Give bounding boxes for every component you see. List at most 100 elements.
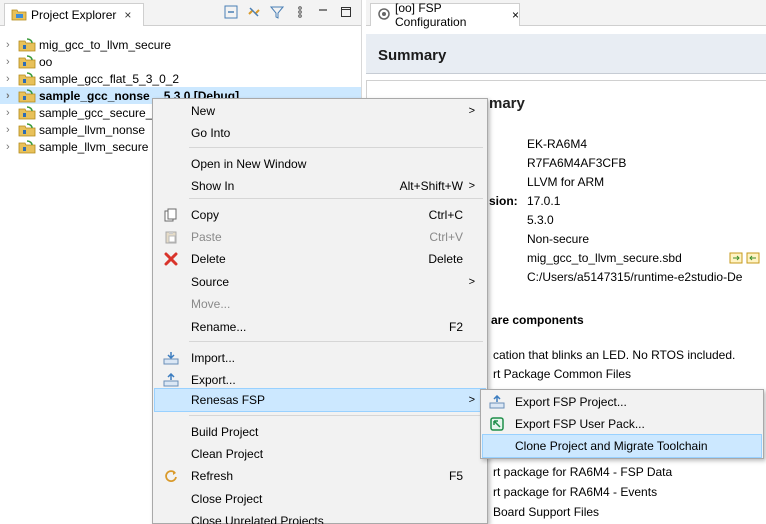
- submenu-item-export-fsp-project[interactable]: Export FSP Project...: [483, 391, 761, 413]
- chevron-right-icon[interactable]: ›: [6, 124, 18, 136]
- renesas-fsp-submenu: Export FSP Project... Export FSP User Pac…: [480, 389, 764, 459]
- component-line: Board Support Files: [493, 505, 600, 519]
- chevron-right-icon[interactable]: ›: [6, 56, 18, 68]
- menu-item-label: Export...: [191, 373, 236, 387]
- project-name: sample_llvm_secure: [39, 139, 149, 154]
- project-explorer-icon: [11, 7, 27, 24]
- link-with-editor-icon[interactable]: [247, 5, 261, 19]
- menu-item-label: Rename...: [191, 320, 247, 334]
- fsp-version-value: 5.3.0: [527, 213, 554, 227]
- delete-icon: [163, 251, 179, 267]
- tab-project-explorer[interactable]: Project Explorer ×: [4, 3, 144, 26]
- menu-item-close-project[interactable]: Close Project: [155, 488, 485, 510]
- menu-item-move[interactable]: Move...: [155, 293, 485, 315]
- project-name: sample_gcc_secure_: [39, 105, 153, 120]
- device-value: R7FA6M4AF3CFB: [527, 156, 627, 170]
- project-icon: [18, 71, 36, 86]
- board-value: EK-RA6M4: [527, 137, 588, 151]
- import-icon: [163, 350, 179, 366]
- menu-item-open-in-new-window[interactable]: Open in New Window: [155, 153, 485, 175]
- menu-separator: [189, 415, 483, 416]
- project-type-value: Non-secure: [527, 232, 590, 246]
- minimize-icon[interactable]: [316, 5, 330, 19]
- project-icon: [18, 37, 36, 52]
- menu-item-label: Paste: [191, 230, 222, 244]
- view-menu-icon[interactable]: [293, 5, 307, 19]
- filter-icon[interactable]: [270, 5, 284, 19]
- component-line: rt package for RA6M4 - Events: [493, 485, 658, 499]
- tree-item-project[interactable]: › oo: [0, 53, 361, 70]
- user-pack-icon: [489, 416, 505, 432]
- menu-item-export[interactable]: Export...: [155, 369, 485, 391]
- menu-item-shortcut: F2: [448, 320, 463, 334]
- tab-fsp-configuration[interactable]: [oo] FSP Configuration ×: [370, 1, 520, 29]
- menu-item-label: Close Unrelated Projects: [191, 514, 324, 524]
- location-value: C:/Users/a5147315/runtime-e2studio-De: [527, 270, 743, 284]
- menu-item-show-in[interactable]: Show In Alt+Shift+W >: [155, 175, 485, 197]
- menu-item-new[interactable]: New >: [155, 100, 485, 122]
- menu-item-close-unrelated-projects[interactable]: Close Unrelated Projects: [155, 510, 485, 524]
- close-icon[interactable]: ×: [124, 8, 131, 22]
- menu-item-label: Go Into: [191, 126, 231, 140]
- menu-item-copy[interactable]: Copy Ctrl+C: [155, 204, 485, 226]
- menu-separator: [189, 341, 483, 342]
- menu-item-label: Export FSP Project...: [515, 395, 627, 409]
- menu-separator: [189, 147, 483, 148]
- export-icon: [163, 372, 179, 388]
- submenu-item-export-fsp-user-pack[interactable]: Export FSP User Pack...: [483, 413, 761, 435]
- submenu-item-clone-project-and-migrate-toolchain[interactable]: Clone Project and Migrate Toolchain: [482, 434, 762, 458]
- project-name: sample_gcc_nonse: [39, 88, 150, 103]
- project-name: oo: [39, 54, 53, 69]
- menu-item-shortcut: Ctrl+V: [429, 230, 463, 244]
- chevron-right-icon[interactable]: ›: [6, 141, 18, 153]
- project-name: mig_gcc_to_llvm_secure: [39, 37, 172, 52]
- maximize-icon[interactable]: [339, 5, 353, 19]
- chevron-right-icon[interactable]: ›: [6, 73, 18, 85]
- tree-item-project[interactable]: › sample_gcc_flat_5_3_0_2: [0, 70, 361, 87]
- menu-item-go-into[interactable]: Go Into: [155, 122, 485, 144]
- menu-item-label: Delete: [191, 252, 226, 266]
- project-icon: [18, 88, 36, 103]
- menu-item-label: Renesas FSP: [191, 393, 266, 407]
- menu-item-clean-project[interactable]: Clean Project: [155, 443, 485, 465]
- bundle-browse-icon[interactable]: [729, 251, 763, 268]
- collapse-all-icon[interactable]: [224, 5, 238, 19]
- menu-item-delete[interactable]: Delete Delete: [155, 248, 485, 270]
- tree-item-project[interactable]: › mig_gcc_to_llvm_secure: [0, 36, 361, 53]
- project-icon: [18, 54, 36, 69]
- component-line: rt package for RA6M4 - FSP Data: [493, 465, 673, 479]
- menu-item-label: Show In: [191, 179, 235, 193]
- explorer-tab-bar: Project Explorer ×: [0, 0, 361, 26]
- description-line: cation that blinks an LED. No RTOS inclu…: [493, 348, 736, 362]
- menu-item-label: Open in New Window: [191, 157, 307, 171]
- menu-item-renesas-fsp[interactable]: Renesas FSP >: [154, 388, 486, 412]
- menu-item-label: Clone Project and Migrate Toolchain: [515, 439, 708, 453]
- menu-item-paste[interactable]: Paste Ctrl+V: [155, 226, 485, 248]
- paste-icon: [163, 229, 179, 245]
- explorer-toolbar: [224, 5, 353, 19]
- tab-label: [oo] FSP Configuration: [395, 1, 467, 29]
- menu-item-label: Close Project: [191, 492, 263, 506]
- secure-bundle-link[interactable]: mig_gcc_to_llvm_secure.sbd: [527, 251, 682, 265]
- menu-item-shortcut: Alt+Shift+W: [399, 179, 463, 193]
- menu-item-label: New: [191, 104, 216, 118]
- menu-item-label: Build Project: [191, 425, 259, 439]
- editor-tab-bar: [oo] FSP Configuration ×: [366, 0, 766, 29]
- chevron-right-icon[interactable]: ›: [6, 107, 18, 119]
- chevron-right-icon[interactable]: ›: [6, 39, 18, 51]
- submenu-arrow-icon: >: [468, 276, 475, 288]
- menu-item-rename[interactable]: Rename... F2: [155, 316, 485, 338]
- menu-item-source[interactable]: Source >: [155, 271, 485, 293]
- menu-item-shortcut: F5: [448, 469, 463, 483]
- menu-item-refresh[interactable]: Refresh F5: [155, 465, 485, 487]
- project-icon: [18, 139, 36, 154]
- project-context-menu: New > Go Into Open in New Window Show In Alt+…: [152, 98, 488, 524]
- project-icon: [18, 105, 36, 120]
- tab-label: Project Explorer: [31, 8, 117, 22]
- chevron-right-icon[interactable]: ›: [6, 90, 18, 102]
- close-icon[interactable]: ×: [512, 8, 519, 22]
- export-fsp-icon: [489, 394, 505, 410]
- menu-item-build-project[interactable]: Build Project: [155, 421, 485, 443]
- project-icon: [18, 122, 36, 137]
- menu-item-import[interactable]: Import...: [155, 347, 485, 369]
